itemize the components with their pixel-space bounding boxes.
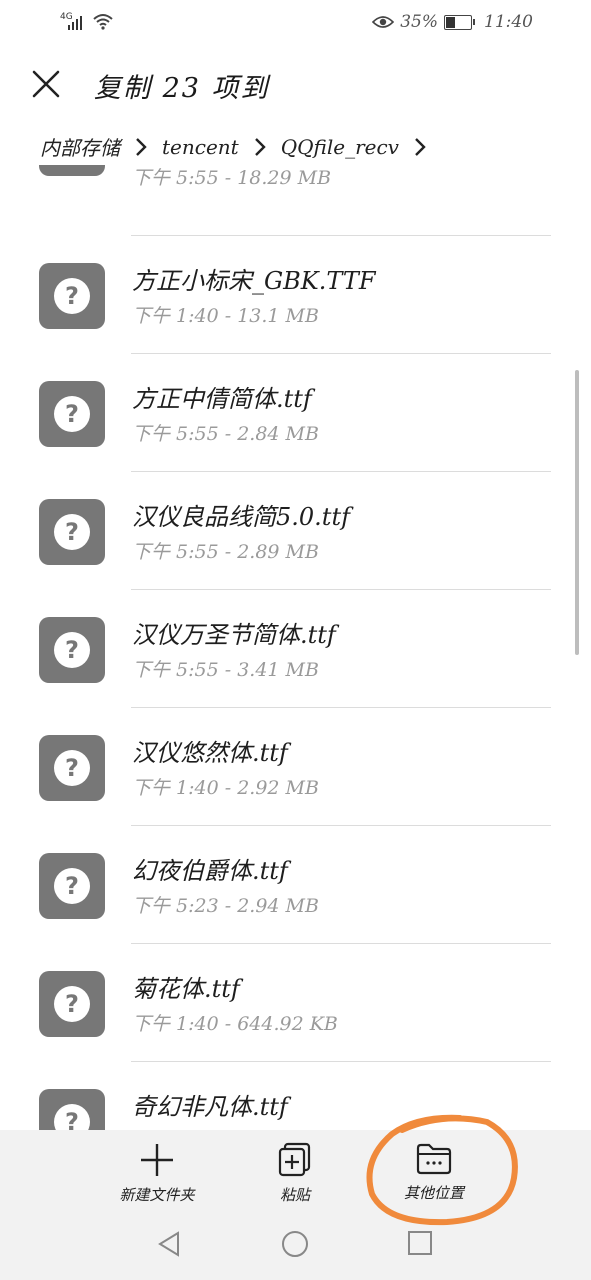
file-row[interactable]: ? 方正小标宋_GBK.TTF 下午 1:40 - 13.1 MB [0,237,591,355]
file-name: 汉仪悠然体.ttf [132,739,288,767]
unknown-file-icon: ? [39,853,105,919]
status-bar: 4G 35% 11:40 [0,0,591,46]
battery-icon [444,14,475,30]
file-meta: 下午 1:40 - 644.92 KB [132,1013,338,1035]
file-row[interactable]: ? 方正中倩简体.ttf 下午 5:55 - 2.84 MB [0,355,591,473]
scrollbar[interactable] [575,370,579,655]
file-meta: 下午 1:40 - 2.92 MB [132,777,319,799]
chevron-right-icon [415,137,426,156]
file-name: 幻夜伯爵体.ttf [132,857,288,885]
breadcrumb-qqfile-recv[interactable]: QQfile_recv [281,135,399,159]
file-meta: 下午 1:40 - 13.1 MB [132,305,319,327]
file-row[interactable]: ? 菊花体.ttf 下午 1:40 - 644.92 KB [0,945,591,1063]
battery-percent: 35% [400,12,438,32]
file-meta: 下午 5:55 - 3.41 MB [132,659,319,681]
paste-label: 粘贴 [279,1186,310,1204]
divider [131,707,551,708]
file-row[interactable]: ? 汉仪万圣节简体.ttf 下午 5:55 - 3.41 MB [0,591,591,709]
annotation-circle [366,1114,518,1226]
recents-nav-icon[interactable] [407,1230,433,1260]
unknown-file-icon: ? [39,165,105,176]
unknown-file-icon: ? [39,381,105,447]
page-title: 复制 23 项到 [94,73,270,104]
unknown-file-icon: ? [39,617,105,683]
new-folder-label: 新建文件夹 [119,1186,195,1204]
breadcrumb-tencent[interactable]: tencent [162,135,239,159]
file-name: 方正中倩简体.ttf [132,385,312,413]
paste-icon [278,1142,311,1177]
paste-button[interactable]: 粘贴 [235,1142,355,1205]
unknown-file-icon: ? [39,263,105,329]
divider [131,1061,551,1062]
wifi-icon [93,14,113,30]
divider [131,943,551,944]
file-meta: 下午 5:55 - 2.89 MB [132,541,319,563]
breadcrumb: 内部存储 tencent QQfile_recv [40,132,441,161]
header: 复制 23 项到 [0,60,591,108]
unknown-file-icon: ? [39,971,105,1037]
unknown-file-icon: ? [39,1089,105,1130]
file-name: 菊花体.ttf [132,975,240,1003]
eye-comfort-icon [372,16,395,28]
file-name: 汉仪万圣节简体.ttf [132,621,336,649]
file-name: 方正小标宋_GBK.TTF [132,267,376,295]
home-nav-icon[interactable] [281,1230,309,1262]
navigation-bar [0,1228,591,1268]
file-name: 汉仪良品线简5.0.ttf [132,503,350,531]
chevron-right-icon [254,137,266,156]
divider [131,589,551,590]
file-meta: 下午 5:55 - 2.84 MB [132,423,319,445]
clock: 11:40 [484,12,533,32]
file-list[interactable]: ? 下午 5:55 - 18.29 MB ? 方正小标宋_GBK.TTF 下午 … [0,165,591,1130]
file-meta: 下午 5:23 - 2.94 MB [132,895,319,917]
breadcrumb-internal-storage[interactable]: 内部存储 [40,132,120,161]
file-name: 奇幻非凡体.ttf [132,1093,288,1121]
back-nav-icon[interactable] [156,1230,182,1262]
plus-icon [141,1144,173,1176]
close-icon[interactable] [30,68,62,100]
unknown-file-icon: ? [39,735,105,801]
chevron-right-icon [136,137,147,156]
divider [131,235,551,236]
file-meta: 下午 5:55 - 18.29 MB [132,167,332,189]
divider [131,471,551,472]
file-row[interactable]: ? 下午 5:55 - 18.29 MB [0,165,591,236]
file-row[interactable]: ? 汉仪良品线简5.0.ttf 下午 5:55 - 2.89 MB [0,473,591,591]
divider [131,825,551,826]
new-folder-button[interactable]: 新建文件夹 [97,1142,217,1205]
divider [131,353,551,354]
file-row[interactable]: ? 汉仪悠然体.ttf 下午 1:40 - 2.92 MB [0,709,591,827]
signal-icon [68,14,86,30]
unknown-file-icon: ? [39,499,105,565]
file-row[interactable]: ? 幻夜伯爵体.ttf 下午 5:23 - 2.94 MB [0,827,591,945]
